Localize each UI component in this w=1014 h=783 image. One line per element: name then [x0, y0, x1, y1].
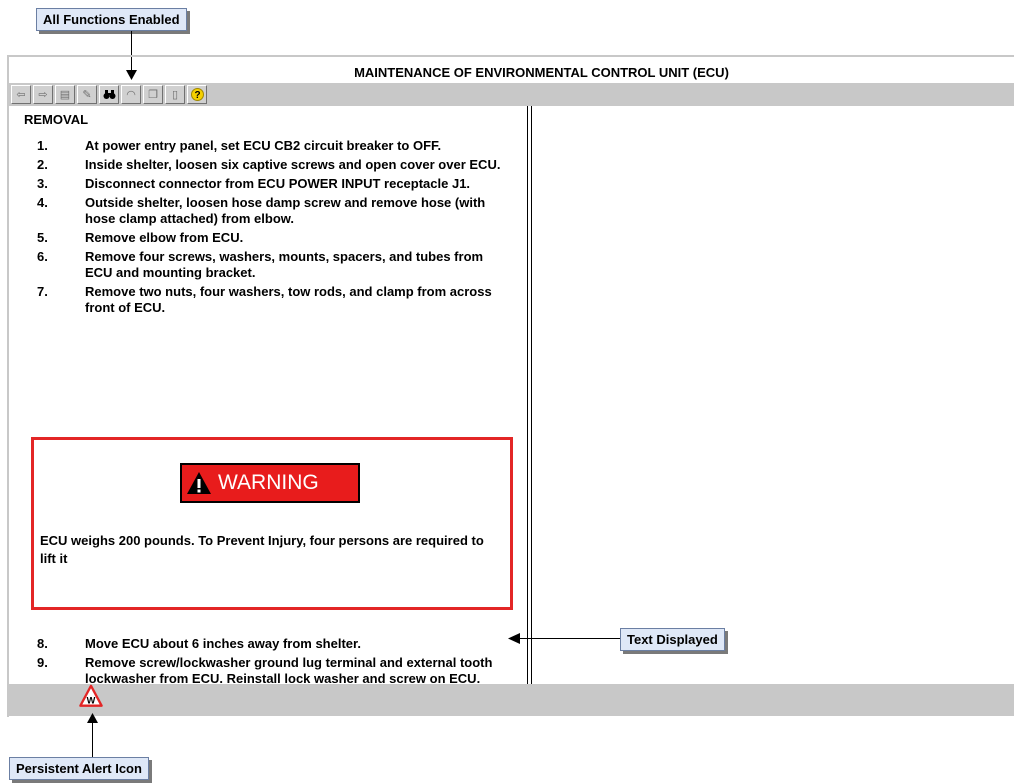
find-button[interactable]: [99, 85, 119, 104]
document-button[interactable]: ▯: [165, 85, 185, 104]
window-title: MAINTENANCE OF ENVIRONMENTAL CONTROL UNI…: [354, 65, 729, 80]
status-bar: [9, 684, 1014, 716]
list-item: 2. Inside shelter, loosen six captive sc…: [37, 157, 507, 173]
forward-button[interactable]: ⇨: [33, 85, 53, 104]
annotate-button[interactable]: ✎: [77, 85, 97, 104]
step-text: Move ECU about 6 inches away from shelte…: [85, 636, 361, 651]
save-icon: ▤: [59, 89, 71, 101]
step-number: 6.: [37, 249, 48, 264]
step-text: Remove elbow from ECU.: [85, 230, 244, 245]
step-text: At power entry panel, set ECU CB2 circui…: [85, 138, 442, 153]
alert-triangle-icon[interactable]: W: [79, 684, 103, 708]
callout-persistent-alert-icon: Persistent Alert Icon: [9, 757, 149, 780]
step-number: 1.: [37, 138, 48, 153]
window-title-bar: MAINTENANCE OF ENVIRONMENTAL CONTROL UNI…: [9, 63, 1014, 83]
bookmark-icon: ❐: [148, 89, 158, 101]
steps-list-part2: 8. Move ECU about 6 inches away from she…: [37, 636, 507, 690]
list-item: 7. Remove two nuts, four washers, tow ro…: [37, 284, 507, 316]
callout-label: Persistent Alert Icon: [16, 761, 142, 776]
warning-box: WARNING ECU weighs 200 pounds. To Preven…: [31, 437, 513, 610]
step-text: Remove two nuts, four washers, tow rods,…: [85, 284, 492, 315]
steps-list-part1: 1. At power entry panel, set ECU CB2 cir…: [37, 138, 507, 319]
step-text: Outside shelter, loosen hose damp screw …: [85, 195, 486, 226]
step-number: 2.: [37, 157, 48, 172]
step-text: Remove screw/lockwasher ground lug termi…: [85, 655, 493, 686]
help-icon: ?: [190, 88, 204, 101]
pen-icon: ✎: [82, 89, 92, 101]
save-button[interactable]: ▤: [55, 85, 75, 104]
back-arrow-icon: ⇦: [16, 89, 26, 101]
callout-label: All Functions Enabled: [43, 12, 180, 27]
gauge-icon: ◠: [126, 89, 136, 101]
callout-label: Text Displayed: [627, 632, 718, 647]
warning-text: ECU weighs 200 pounds. To Prevent Injury…: [40, 533, 484, 566]
list-item: 1. At power entry panel, set ECU CB2 cir…: [37, 138, 507, 154]
warning-triangle-icon: [187, 472, 211, 494]
list-item: 8. Move ECU about 6 inches away from she…: [37, 636, 507, 652]
step-number: 4.: [37, 195, 48, 210]
section-heading: REMOVAL: [24, 112, 89, 127]
list-item: 6. Remove four screws, washers, mounts, …: [37, 249, 507, 281]
text-pane[interactable]: REMOVAL 1. At power entry panel, set ECU…: [9, 106, 527, 686]
toolbar: ⇦ ⇨ ▤ ✎ ◠ ❐ ▯ ?: [9, 83, 1014, 106]
gauge-button[interactable]: ◠: [121, 85, 141, 104]
warning-badge: WARNING: [180, 463, 360, 503]
viewer-window: MAINTENANCE OF ENVIRONMENTAL CONTROL UNI…: [7, 55, 1014, 717]
svg-text:?: ?: [194, 90, 200, 101]
svg-text:W: W: [87, 695, 96, 705]
binoculars-icon: [103, 90, 115, 99]
list-item: 5. Remove elbow from ECU.: [37, 230, 507, 246]
step-number: 3.: [37, 176, 48, 191]
step-number: 5.: [37, 230, 48, 245]
callout-arrow-line: [518, 638, 620, 639]
step-number: 8.: [37, 636, 48, 651]
callout-all-functions-enabled: All Functions Enabled: [36, 8, 187, 31]
step-text: Disconnect connector from ECU POWER INPU…: [85, 176, 471, 191]
list-item: 4. Outside shelter, loosen hose damp scr…: [37, 195, 507, 227]
list-item: 3. Disconnect connector from ECU POWER I…: [37, 176, 507, 192]
content-area: REMOVAL 1. At power entry panel, set ECU…: [9, 106, 1014, 686]
bookmark-button[interactable]: ❐: [143, 85, 163, 104]
step-text: Remove four screws, washers, mounts, spa…: [85, 249, 484, 280]
document-icon: ▯: [171, 89, 179, 101]
forward-arrow-icon: ⇨: [38, 89, 48, 101]
warning-label: WARNING: [218, 471, 319, 494]
step-text: Inside shelter, loosen six captive screw…: [85, 157, 501, 172]
back-button[interactable]: ⇦: [11, 85, 31, 104]
pane-divider[interactable]: [527, 106, 532, 684]
help-button[interactable]: ?: [187, 85, 207, 104]
step-number: 9.: [37, 655, 48, 670]
callout-text-displayed: Text Displayed: [620, 628, 725, 651]
callout-arrow-line: [92, 722, 93, 757]
list-item: 9. Remove screw/lockwasher ground lug te…: [37, 655, 507, 687]
step-number: 7.: [37, 284, 48, 299]
